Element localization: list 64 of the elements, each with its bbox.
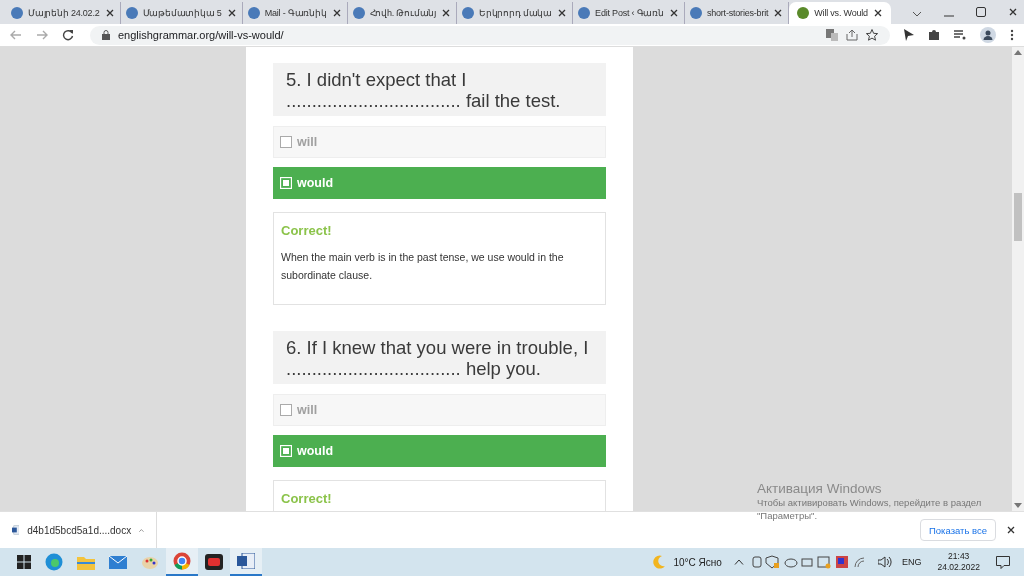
cursor-icon[interactable] bbox=[904, 29, 914, 41]
word-document-icon[interactable] bbox=[237, 553, 255, 569]
avatar-icon[interactable] bbox=[980, 27, 996, 43]
chevron-down-icon[interactable] bbox=[911, 11, 922, 17]
playlist-icon[interactable] bbox=[954, 30, 966, 40]
address-bar[interactable]: englishgrammar.org/will-vs-would/ bbox=[90, 25, 890, 45]
clock-time[interactable]: 21:43 bbox=[948, 551, 970, 562]
browser-tab[interactable]: Will vs. Would bbox=[789, 2, 891, 24]
favicon-icon bbox=[689, 7, 702, 19]
favicon-icon bbox=[247, 7, 260, 19]
share-icon[interactable] bbox=[846, 29, 858, 41]
close-icon[interactable] bbox=[331, 8, 342, 18]
clock-date[interactable]: 24.02.2022 bbox=[937, 562, 980, 573]
favicon-icon bbox=[797, 7, 810, 19]
scrollbar-thumb[interactable] bbox=[1014, 193, 1022, 241]
more-icon[interactable] bbox=[1010, 29, 1014, 41]
video-recorder-icon[interactable] bbox=[205, 554, 223, 570]
reload-icon[interactable] bbox=[62, 29, 74, 41]
activation-text: Чтобы активировать Windows, перейдите в раздел "Параметры". bbox=[757, 496, 983, 522]
scroll-up-icon[interactable] bbox=[1014, 50, 1022, 55]
moon-icon bbox=[651, 555, 666, 569]
close-icon[interactable] bbox=[1006, 525, 1016, 535]
chrome-logo-icon[interactable] bbox=[173, 552, 191, 570]
envelope-icon[interactable] bbox=[109, 555, 127, 569]
close-icon[interactable] bbox=[1007, 7, 1018, 17]
notification-icon[interactable] bbox=[996, 555, 1010, 569]
close-icon[interactable] bbox=[773, 8, 784, 18]
favicon-icon bbox=[11, 7, 23, 19]
close-icon[interactable] bbox=[226, 8, 237, 18]
checkbox-icon bbox=[280, 404, 292, 416]
close-icon[interactable] bbox=[104, 8, 115, 18]
favicon-icon bbox=[461, 7, 474, 19]
scroll-down-icon[interactable] bbox=[1014, 503, 1022, 508]
language-indicator[interactable]: ENG bbox=[901, 557, 922, 567]
minimize-icon[interactable] bbox=[943, 15, 954, 17]
browser-swirl-icon[interactable] bbox=[45, 553, 63, 571]
close-icon[interactable] bbox=[557, 8, 568, 18]
windows-logo-icon[interactable] bbox=[17, 555, 31, 569]
favicon-icon bbox=[125, 7, 138, 19]
explanation-text: When the main verb is in the past tense, we use would in the subordinate clause. bbox=[281, 250, 565, 283]
show-all-button[interactable]: Показать все bbox=[920, 519, 996, 541]
speaker-icon[interactable] bbox=[877, 556, 892, 568]
weather-text: 10°C Ясно bbox=[673, 556, 722, 568]
question-text: 6. If I knew that you were in trouble, I .................................. help you. bbox=[273, 331, 606, 384]
folder-icon[interactable] bbox=[77, 554, 95, 570]
close-icon[interactable] bbox=[872, 8, 883, 18]
favicon-icon bbox=[352, 7, 365, 19]
feedback-heading: Correct! bbox=[281, 223, 333, 238]
close-icon[interactable] bbox=[668, 8, 679, 18]
star-icon[interactable] bbox=[866, 29, 878, 41]
checkbox-icon bbox=[280, 136, 292, 148]
question-text: 5. I didn't expect that I .................................. fail the test. bbox=[273, 63, 606, 116]
translate-icon[interactable] bbox=[826, 29, 838, 41]
activation-title: Активация Windows bbox=[757, 481, 883, 496]
document-icon bbox=[12, 523, 20, 537]
caret-up-icon[interactable] bbox=[733, 559, 744, 565]
favicon-icon bbox=[578, 7, 591, 19]
close-icon[interactable] bbox=[440, 8, 451, 18]
feedback-heading: Correct! bbox=[281, 491, 333, 506]
lock-icon bbox=[102, 30, 110, 40]
checkbox-icon bbox=[280, 445, 292, 457]
maximize-icon[interactable] bbox=[975, 7, 986, 17]
checkbox-icon bbox=[280, 177, 292, 189]
scrollbar[interactable] bbox=[1012, 47, 1024, 511]
